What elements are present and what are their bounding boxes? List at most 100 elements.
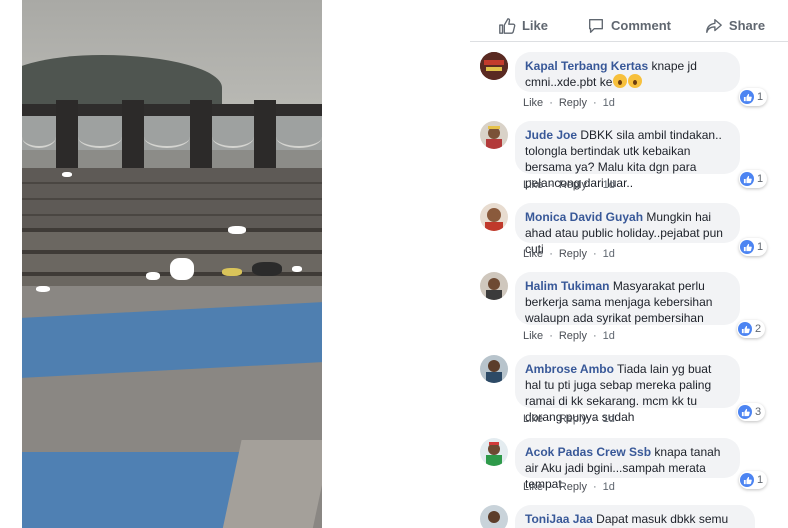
litter <box>36 286 50 292</box>
reaction-count[interactable]: 3 <box>737 403 766 421</box>
post-actions-bar: Like Comment Share <box>470 10 788 42</box>
comment-meta: Like · Reply · 1d <box>523 97 615 109</box>
share-label: Share <box>728 18 766 33</box>
comment-bubble: Ambrose Ambo Tiada lain yg buat hal tu p… <box>515 355 740 424</box>
comment-author[interactable]: Acok Padas Crew Ssb <box>525 445 651 459</box>
comment-meta: Like · Reply · 1d <box>523 179 615 191</box>
railing-chain <box>212 126 254 148</box>
comment-like-link[interactable]: Like <box>523 330 543 342</box>
comment-time[interactable]: 1d <box>603 481 615 493</box>
avatar-image <box>480 438 508 466</box>
comment-like-link[interactable]: Like <box>523 413 543 425</box>
reaction-count-value: 1 <box>757 241 764 253</box>
share-arrow-icon <box>706 18 722 33</box>
comment-reply-link[interactable]: Reply <box>559 179 587 191</box>
comment-time[interactable]: 1d <box>603 330 615 342</box>
post-video[interactable] <box>22 0 322 528</box>
comments-panel: Like Comment Share Kapal Terbang Kertas … <box>470 0 788 528</box>
comment-like-link[interactable]: Like <box>523 179 543 191</box>
like-reaction-icon <box>738 405 752 419</box>
comment-button[interactable]: Comment <box>576 10 682 41</box>
avatar[interactable] <box>480 438 508 466</box>
avatar[interactable] <box>480 52 508 80</box>
reaction-count[interactable]: 2 <box>737 320 766 338</box>
avatar[interactable] <box>480 272 508 300</box>
comment-meta: Like · Reply · 1d <box>523 481 615 493</box>
comment-bubble: Halim Tukiman Masyarakat perlu berkerja … <box>515 272 740 325</box>
comment-bubble: Kapal Terbang Kertas knape jd cmni..xde.… <box>515 52 740 92</box>
comment-like-link[interactable]: Like <box>523 97 543 109</box>
comment-author[interactable]: Jude Joe <box>525 128 577 142</box>
comment-reply-link[interactable]: Reply <box>559 248 587 260</box>
railing-chain <box>78 126 122 148</box>
comment-bubble: ToniJaa Jaa Dapat masuk dbkk semu mau <box>515 505 755 528</box>
railing-post <box>122 100 144 172</box>
reaction-count[interactable]: 1 <box>739 238 768 256</box>
boardwalk <box>22 168 322 228</box>
reaction-count-value: 1 <box>757 474 764 486</box>
reaction-count[interactable]: 1 <box>739 170 768 188</box>
reaction-count-value: 3 <box>755 406 762 418</box>
comment-author[interactable]: ToniJaa Jaa <box>525 512 593 526</box>
comment-meta: Like · Reply · 1d <box>523 248 615 260</box>
comment-reply-link[interactable]: Reply <box>559 330 587 342</box>
comment-bubble-icon <box>589 18 603 33</box>
avatar-image <box>480 505 508 528</box>
comment-bubble: Acok Padas Crew Ssb knapa tanah air Aku … <box>515 438 740 491</box>
comment-author[interactable]: Kapal Terbang Kertas <box>525 59 648 73</box>
avatar[interactable] <box>480 355 508 383</box>
comment-meta: Like · Reply · 1d <box>523 330 615 342</box>
comment-label: Comment <box>611 18 671 33</box>
reaction-count[interactable]: 1 <box>739 471 768 489</box>
comment-author[interactable]: Monica David Guyah <box>525 210 643 224</box>
steps <box>22 228 322 288</box>
like-reaction-icon <box>738 322 752 336</box>
avatar-image <box>480 52 508 80</box>
litter <box>222 268 242 276</box>
avatar[interactable] <box>480 121 508 149</box>
railing-post <box>190 100 212 172</box>
railing-post <box>254 100 276 172</box>
comment-author[interactable]: Ambrose Ambo <box>525 362 614 376</box>
comment-time[interactable]: 1d <box>603 97 615 109</box>
reaction-count-value: 1 <box>757 91 764 103</box>
litter-bag <box>170 258 194 280</box>
comment-author[interactable]: Halim Tukiman <box>525 279 609 293</box>
thumbs-up-icon <box>499 17 516 34</box>
like-reaction-icon <box>740 473 754 487</box>
astonished-emoji-icon <box>613 74 628 88</box>
like-reaction-icon <box>740 240 754 254</box>
comment-like-link[interactable]: Like <box>523 248 543 260</box>
like-label: Like <box>521 18 548 33</box>
railing-chain <box>276 126 322 148</box>
comment-like-link[interactable]: Like <box>523 481 543 493</box>
share-button[interactable]: Share <box>682 10 788 41</box>
litter <box>292 266 302 272</box>
comment-reply-link[interactable]: Reply <box>559 481 587 493</box>
comment-time[interactable]: 1d <box>603 248 615 260</box>
comment-meta: Like · Reply · 1d <box>523 413 615 425</box>
comment-bubble: Monica David Guyah Mungkin hai ahad atau… <box>515 203 740 256</box>
comment-reply-link[interactable]: Reply <box>559 97 587 109</box>
railing-chain <box>144 126 190 148</box>
blue-paving <box>22 452 252 528</box>
avatar[interactable] <box>480 203 508 231</box>
railing-post <box>56 100 78 172</box>
comment-time[interactable]: 1d <box>603 413 615 425</box>
reaction-count[interactable]: 1 <box>739 88 768 106</box>
litter <box>146 272 160 280</box>
like-reaction-icon <box>740 172 754 186</box>
litter <box>228 226 246 234</box>
reaction-count-value: 2 <box>755 323 762 335</box>
litter <box>62 172 72 177</box>
comment-time[interactable]: 1d <box>603 179 615 191</box>
like-button[interactable]: Like <box>470 10 576 41</box>
avatar-image <box>480 121 508 149</box>
comment-bubble: Jude Joe DBKK sila ambil tindakan.. tolo… <box>515 121 740 190</box>
like-reaction-icon <box>740 90 754 104</box>
avatar[interactable] <box>480 505 508 528</box>
astonished-emoji-icon <box>628 74 643 88</box>
avatar-image <box>480 355 508 383</box>
comment-reply-link[interactable]: Reply <box>559 413 587 425</box>
avatar-image <box>480 272 508 300</box>
